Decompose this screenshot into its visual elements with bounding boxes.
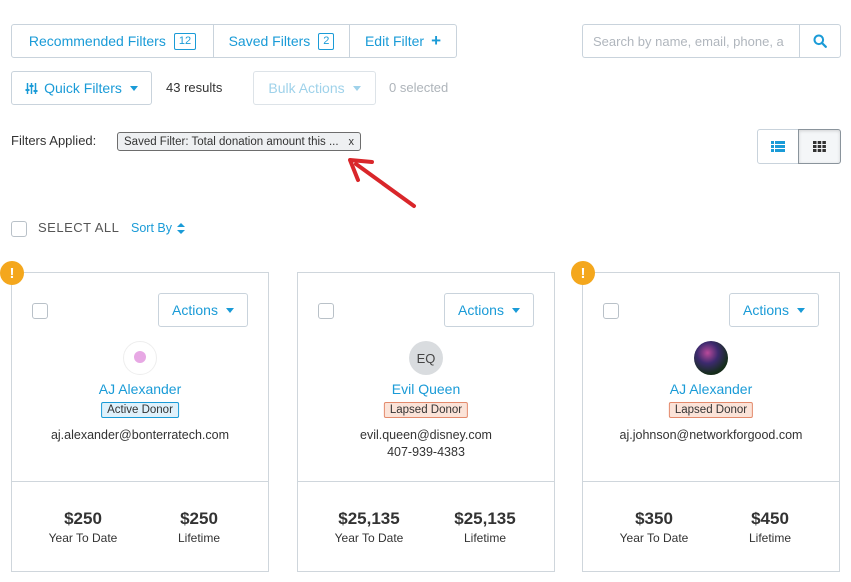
select-all-label: SELECT ALL <box>38 220 120 235</box>
grid-view-button[interactable] <box>798 129 841 164</box>
avatar <box>694 341 728 375</box>
chevron-down-icon <box>225 307 234 313</box>
lifetime-stat: $450 Lifetime <box>715 509 825 545</box>
donor-card-checkbox[interactable] <box>32 303 48 319</box>
recommended-filters-tab[interactable]: Recommended Filters 12 <box>11 24 214 58</box>
year-to-date-label: Year To Date <box>619 531 689 545</box>
donor-name[interactable]: AJ Alexander <box>583 381 839 397</box>
search-input[interactable] <box>582 24 800 58</box>
lifetime-value: $25,135 <box>454 509 516 528</box>
actions-button[interactable]: Actions <box>158 293 248 327</box>
results-count: 43 results <box>166 80 223 95</box>
donor-email: aj.johnson@networkforgood.com <box>619 428 803 442</box>
warning-icon: ! <box>571 261 595 285</box>
donor-card: Actions AJ Alexander Lapsed Donor aj.joh… <box>582 272 840 572</box>
year-to-date-value: $25,135 <box>338 509 400 528</box>
donor-card: Actions AJ Alexander Active Donor aj.ale… <box>11 272 269 572</box>
year-to-date-label: Year To Date <box>334 531 404 545</box>
applied-filter-chip: Saved Filter: Total donation amount this… <box>117 132 361 151</box>
select-all-checkbox[interactable] <box>11 221 27 237</box>
saved-filters-label: Saved Filters <box>228 33 311 49</box>
lifetime-label: Lifetime <box>748 531 792 545</box>
warning-icon: ! <box>0 261 24 285</box>
actions-label: Actions <box>743 302 789 318</box>
filters-applied-label: Filters Applied: <box>11 133 97 148</box>
list-view-icon <box>771 141 785 152</box>
year-to-date-stat: $250 Year To Date <box>28 509 138 545</box>
donor-email: evil.queen@disney.com <box>360 428 492 442</box>
donor-card-checkbox[interactable] <box>318 303 334 319</box>
edit-filter-button[interactable]: Edit Filter + <box>349 24 457 58</box>
lifetime-label: Lifetime <box>177 531 221 545</box>
quick-filters-label: Quick Filters <box>44 80 122 96</box>
status-badge: Lapsed Donor <box>668 402 754 418</box>
selected-count: 0 selected <box>389 80 449 95</box>
chevron-down-icon <box>511 307 520 313</box>
donor-name[interactable]: AJ Alexander <box>12 381 268 397</box>
organization-logo <box>134 351 146 363</box>
year-to-date-value: $250 <box>64 509 102 528</box>
edit-filter-label: Edit Filter <box>364 33 425 49</box>
chevron-down-icon <box>796 307 805 313</box>
year-to-date-stat: $25,135 Year To Date <box>314 509 424 545</box>
sort-icon <box>177 222 185 234</box>
donor-card: Actions EQ Evil Queen Lapsed Donor evil.… <box>297 272 555 572</box>
lifetime-value: $250 <box>180 509 218 528</box>
donor-name[interactable]: Evil Queen <box>298 381 554 397</box>
chevron-down-icon <box>129 85 138 91</box>
sliders-icon <box>25 82 38 94</box>
plus-icon: + <box>431 31 442 50</box>
remove-filter-button[interactable]: x <box>349 136 355 148</box>
card-divider <box>298 481 554 482</box>
donor-phone: 407-939-4383 <box>387 445 465 459</box>
sort-by-label: Sort By <box>131 221 172 235</box>
lifetime-stat: $250 Lifetime <box>144 509 254 545</box>
chevron-down-icon <box>352 85 361 91</box>
grid-view-icon <box>813 141 826 152</box>
card-divider <box>12 481 268 482</box>
actions-button[interactable]: Actions <box>729 293 819 327</box>
recommended-filters-count: 12 <box>173 32 197 50</box>
year-to-date-stat: $350 Year To Date <box>599 509 709 545</box>
actions-label: Actions <box>172 302 218 318</box>
status-badge: Lapsed Donor <box>383 402 469 418</box>
applied-filter-text: Saved Filter: Total donation amount this… <box>124 135 339 148</box>
bulk-actions-button[interactable]: Bulk Actions <box>253 71 376 105</box>
saved-filters-tab[interactable]: Saved Filters 2 <box>213 24 350 58</box>
donor-card-checkbox[interactable] <box>603 303 619 319</box>
actions-label: Actions <box>458 302 504 318</box>
lifetime-value: $450 <box>751 509 789 528</box>
lifetime-label: Lifetime <box>463 531 507 545</box>
bulk-actions-label: Bulk Actions <box>268 80 345 96</box>
card-divider <box>583 481 839 482</box>
avatar <box>123 341 157 375</box>
sort-by-button[interactable]: Sort By <box>131 221 185 235</box>
lifetime-stat: $25,135 Lifetime <box>430 509 540 545</box>
avatar: EQ <box>409 341 443 375</box>
actions-button[interactable]: Actions <box>444 293 534 327</box>
year-to-date-value: $350 <box>635 509 673 528</box>
annotation-arrow <box>348 158 416 208</box>
donor-email: aj.alexander@bonterratech.com <box>50 428 230 442</box>
status-badge: Active Donor <box>101 402 179 418</box>
search-icon <box>813 34 827 48</box>
quick-filters-button[interactable]: Quick Filters <box>11 71 152 105</box>
search-button[interactable] <box>799 24 841 58</box>
year-to-date-label: Year To Date <box>48 531 118 545</box>
saved-filters-count: 2 <box>318 32 335 50</box>
recommended-filters-label: Recommended Filters <box>28 33 166 49</box>
list-view-button[interactable] <box>757 129 799 164</box>
